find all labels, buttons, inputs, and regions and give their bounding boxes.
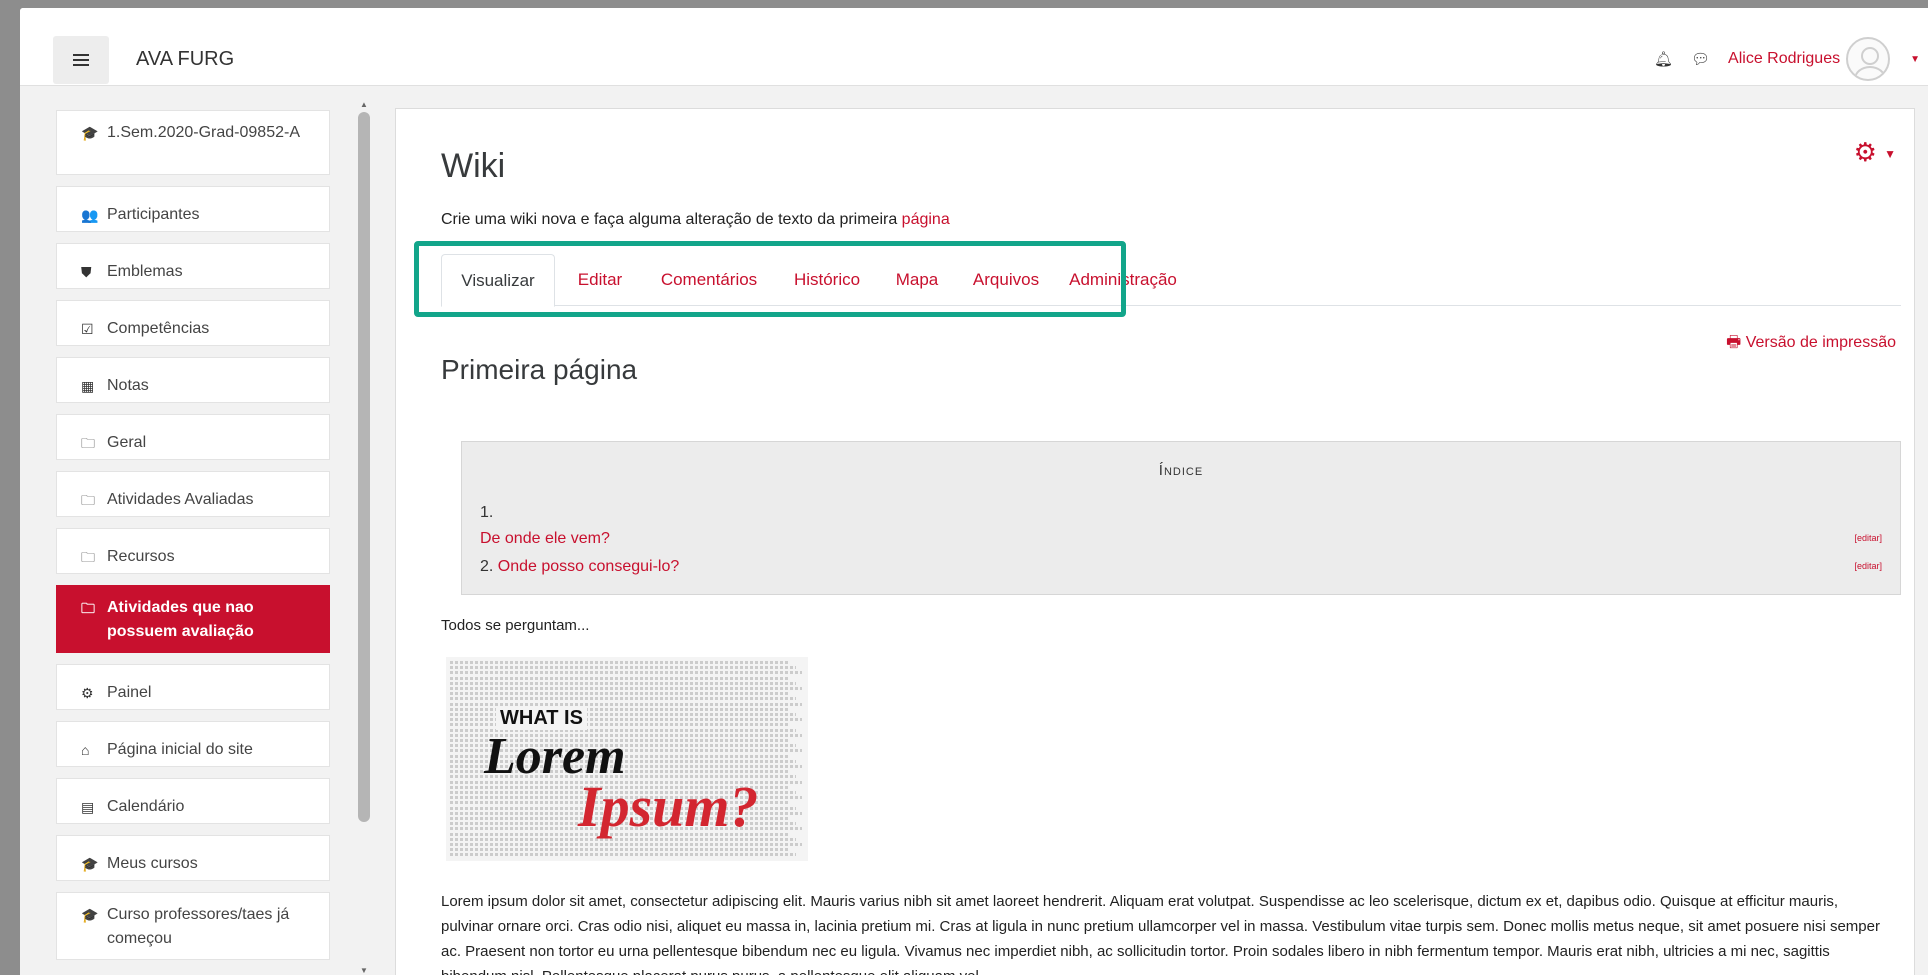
toc-link-onde-posso[interactable]: Onde posso consegui-lo? [498, 558, 679, 575]
sidebar-item-label: Calendário [107, 798, 185, 815]
chevron-down-icon[interactable]: ▼ [1910, 54, 1920, 65]
toc-edit-link-1[interactable]: [editar] [1854, 533, 1882, 543]
bell-icon[interactable]: 🔔︎ [1654, 50, 1673, 68]
image-background-text [450, 676, 790, 680]
chevron-down-icon: ▼ [1884, 147, 1896, 162]
print-link-label: Versão de impressão [1745, 334, 1896, 351]
graduation-cap-icon: 🎓 [81, 125, 99, 141]
image-background-text [450, 692, 790, 696]
graduation-cap-icon: 🎓 [81, 856, 99, 872]
user-nav: 🔔︎ 💬︎ Alice Rodrigues ▼ [1654, 32, 1928, 86]
print-version-link[interactable]: 🖶︎ Versão de impressão [1726, 331, 1896, 358]
intro-text: Crie uma wiki nova e faça alguma alteraç… [441, 211, 902, 228]
app-window: AVA FURG 🔔︎ 💬︎ Alice Rodrigues ▼ 🎓 1.Sem.… [20, 8, 1928, 975]
sidebar-item-label: Geral [107, 434, 147, 451]
image-background-text [450, 666, 796, 670]
sidebar-item[interactable]: 🎓 1.Sem.2020-Grad-09852-A [56, 110, 330, 175]
toc-item-2-number: 2. [480, 558, 494, 575]
lorem-ipsum-image: WHAT IS Lorem Ipsum? [446, 657, 808, 861]
sidebar-item[interactable]: 🗀 Geral [56, 414, 330, 460]
sidebar-item-label: Competências [107, 320, 210, 337]
avatar[interactable] [1846, 37, 1891, 81]
toc-heading: Índice [1158, 462, 1204, 479]
sidebar-item-label: Atividades Avaliadas [107, 491, 254, 508]
sidebar-item[interactable]: 🗀 Atividades que nao possuem avaliação [56, 585, 330, 653]
course-nav-drawer: 🎓 1.Sem.2020-Grad-09852-A 👥 Participantes ⛊ E… [56, 110, 330, 975]
chat-icon[interactable]: 💬︎ [1691, 50, 1710, 68]
users-icon: 👥 [81, 207, 99, 223]
checkbox-icon: ☑ [81, 321, 94, 337]
image-background-text [450, 681, 796, 685]
sidebar-item[interactable]: ▤ Calendário [56, 778, 330, 824]
site-brand[interactable]: AVA FURG [136, 48, 234, 71]
wiki-intro: Crie uma wiki nova e faça alguma alteraç… [441, 211, 950, 229]
gear-icon: ⚙ [1853, 137, 1877, 167]
image-background-text [450, 843, 802, 846]
image-background-text [450, 853, 796, 857]
folder-icon: 🗀 [81, 600, 95, 616]
sidebar-item-label: Recursos [107, 548, 175, 565]
folder-icon: 🗀 [81, 549, 95, 565]
page-title: Wiki [441, 147, 506, 185]
sidebar-item-label: Emblemas [107, 263, 183, 280]
image-background-text [450, 671, 802, 675]
sidebar-item[interactable]: ⛊ Emblemas [56, 243, 330, 289]
settings-menu-button[interactable]: ⚙ ▼ [1854, 137, 1896, 168]
scroll-up-icon[interactable]: ▲ [360, 100, 368, 109]
image-background-text [450, 848, 790, 852]
tabs-highlight-box [414, 241, 1126, 317]
sidebar-item[interactable]: ▦ Notas [56, 357, 330, 403]
sidebar-item[interactable]: 🎓 Curso professores/taes já começou [56, 892, 330, 960]
menu-icon [73, 59, 89, 61]
sidebar-item[interactable]: 🗀 Atividades Avaliadas [56, 471, 330, 517]
main-card: Wiki ⚙ ▼ Crie uma wiki nova e faça algum… [395, 108, 1915, 975]
sidebar-item-label: Curso professores/taes já começou [107, 906, 290, 947]
sidebar-item-label: Painel [107, 684, 152, 701]
toc-link-de-onde[interactable]: De onde ele vem? [480, 530, 610, 547]
intro-link[interactable]: página [902, 211, 950, 228]
folder-icon: 🗀 [81, 492, 95, 508]
graduation-cap-icon: 🎓 [81, 907, 99, 923]
image-background-text [450, 687, 802, 690]
scroll-down-icon[interactable]: ▼ [360, 966, 368, 975]
sidebar-item[interactable]: 👥 Participantes [56, 186, 330, 232]
drawer-scroll-thumb[interactable] [358, 112, 370, 822]
sidebar-item-label: 1.Sem.2020-Grad-09852-A [107, 124, 300, 141]
user-name[interactable]: Alice Rodrigues [1728, 50, 1840, 68]
sidebar-item[interactable]: ⚙ Painel [56, 664, 330, 710]
folder-icon: 🗀 [81, 435, 95, 451]
shield-icon: ⛊ [81, 264, 92, 280]
image-text-ipsum: Ipsum? [578, 774, 759, 839]
toc-item-1-number: 1. [480, 504, 494, 521]
dashboard-icon: ⚙ [81, 685, 94, 701]
sidebar-item-label: Página inicial do site [107, 741, 253, 758]
toc-edit-link-2[interactable]: [editar] [1854, 561, 1882, 571]
table-icon: ▦ [81, 378, 95, 394]
hamburger-menu-button[interactable] [53, 36, 109, 84]
image-background-text [450, 697, 796, 701]
sidebar-item[interactable]: 🗀 Recursos [56, 528, 330, 574]
sidebar-item[interactable]: 🎓 Meus cursos [56, 835, 330, 881]
body-paragraph: Lorem ipsum dolor sit amet, consectetur … [441, 893, 1880, 975]
sidebar-item[interactable]: ⌂ Página inicial do site [56, 721, 330, 767]
image-background-text [450, 702, 802, 706]
image-background-text [450, 661, 790, 664]
toc-item-2: 2. Onde posso consegui-lo? [480, 558, 679, 576]
sidebar-item-label: Meus cursos [107, 855, 198, 872]
sidebar-item-label: Atividades que nao possuem avaliação [107, 599, 254, 640]
top-navbar: AVA FURG 🔔︎ 💬︎ Alice Rodrigues ▼ [20, 8, 1928, 86]
toc-item-1: De onde ele vem? [480, 530, 610, 548]
lead-text: Todos se perguntam... [441, 617, 590, 634]
sidebar-item-label: Notas [107, 377, 149, 394]
home-icon: ⌂ [81, 742, 90, 758]
printer-icon: 🖶︎ [1726, 334, 1742, 351]
calendar-icon: ▤ [81, 799, 95, 815]
wiki-page-title: Primeira página [441, 354, 638, 385]
sidebar-item[interactable]: ☑ Competências [56, 300, 330, 346]
table-of-contents: Índice 1. De onde ele vem? [editar] 2. O… [461, 441, 1901, 595]
sidebar-item-label: Participantes [107, 206, 200, 223]
